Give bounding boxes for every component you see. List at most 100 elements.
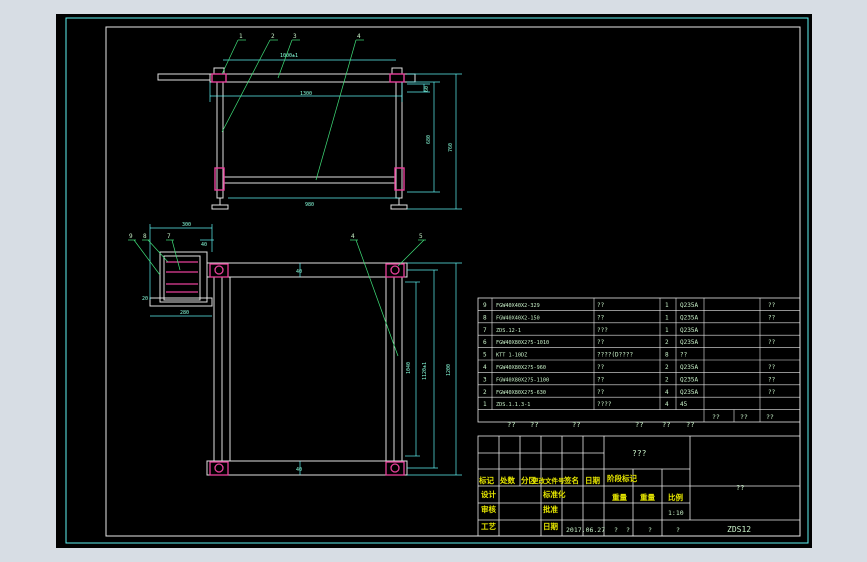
hdr-mark: 标记 — [478, 475, 494, 485]
role-process: 工艺 — [481, 521, 496, 531]
dim-height-total: 760 — [448, 143, 454, 152]
tb-sheet-4: ? — [676, 526, 680, 534]
bom-cell-remark: ?? — [768, 302, 776, 309]
hdr-sign: 签名 — [563, 475, 579, 485]
bom-cell-no: 5 — [483, 352, 487, 359]
bom-cell-name: ??? — [597, 327, 608, 334]
bom-cell-code: KTT 1-10DZ — [496, 353, 527, 359]
bom-cell-mat: Q235A — [680, 339, 698, 346]
hdr-date: 日期 — [585, 475, 600, 485]
bom-cell-name: ?? — [597, 389, 605, 396]
bom-cell-remark: ?? — [768, 339, 776, 346]
balloon-top-8: 8 — [143, 233, 147, 240]
balloon-front-2: 2 — [271, 33, 275, 40]
tb-mark-2: ?? — [530, 421, 538, 429]
balloon-front-3: 3 — [293, 33, 297, 40]
stage-mark: 阶段标记 — [607, 473, 637, 483]
bom-cell-qty: 4 — [665, 401, 669, 408]
tb-mark-1: ?? — [507, 421, 515, 429]
tb-mark-6: ?? — [686, 421, 694, 429]
bom-cell-name: ?? — [597, 314, 605, 321]
bom-cell-code: FGW40X80X2?5-1010 — [496, 340, 549, 346]
weight-label-2: 重量 — [640, 492, 655, 502]
bom-cell-mat: Q235A — [680, 364, 698, 371]
scale-label: 比例 — [668, 492, 683, 502]
tb-sheet-2: ? — [626, 526, 630, 534]
bom-cell-qty: 1 — [665, 327, 669, 334]
bom-cell-code: ZDS.12-1 — [496, 328, 521, 334]
dim-side-width: 300 — [182, 222, 191, 228]
role-approve: 批准 — [543, 504, 558, 514]
tb-scale: 1:10 — [668, 509, 684, 517]
bom-header-c2: ?? — [740, 413, 748, 421]
balloon-front-1: 1 — [239, 33, 243, 40]
bom-cell-qty: 8 — [665, 352, 669, 359]
dim-top-span: 1000±1 — [280, 53, 298, 59]
bom-cell-no: 6 — [483, 339, 487, 346]
tb-mark-5: ?? — [662, 421, 670, 429]
dim-side-bottom: 280 — [180, 310, 189, 316]
bom-header-c1: ?? — [712, 413, 720, 421]
bom-cell-remark: ?? — [768, 389, 776, 396]
bom-cell-no: 9 — [483, 302, 487, 309]
bom-cell-no: 4 — [483, 364, 487, 371]
balloon-top-9: 9 — [129, 233, 133, 240]
weight-label: 重量 — [612, 492, 627, 502]
bom-cell-remark: ?? — [768, 364, 776, 371]
bom-cell-name: ?? — [597, 302, 605, 309]
balloon-front-4: 4 — [357, 33, 361, 40]
bom-cell-no: 2 — [483, 389, 487, 396]
bom-header-c3: ?? — [766, 413, 774, 421]
dim-height-small: 60 — [424, 86, 430, 92]
dim-inner: 1040 — [406, 362, 412, 374]
balloon-top-4: 4 — [351, 233, 355, 240]
bom-cell-qty: 1 — [665, 302, 669, 309]
bom-cell-qty: 2 — [665, 339, 669, 346]
dim-rail-lower: 40 — [296, 467, 302, 473]
bom-cell-no: 1 — [483, 401, 487, 408]
tb-sheet-3: ? — [648, 526, 652, 534]
bom-cell-code: FGW40X80X2?5-960 — [496, 365, 546, 371]
bom-cell-code: ZDS.1.1.3-1 — [496, 402, 530, 408]
cad-drawing: 1000±1 1300 980 60 680 760 1 2 3 4 300 4… — [56, 14, 812, 548]
role-date: 日期 — [543, 521, 558, 531]
bom-cell-mat: Q235A — [680, 389, 698, 396]
hdr-count: 处数 — [499, 475, 515, 485]
bom-cell-qty: 2 — [665, 376, 669, 383]
bom-cell-remark: ?? — [768, 314, 776, 321]
bom-cell-mat: Q235A — [680, 327, 698, 334]
bom-cell-code: FGW40X80X2?5-1100 — [496, 377, 549, 383]
hdr-change: 更改文件号 — [532, 476, 565, 485]
bom-cell-remark: ?? — [768, 376, 776, 383]
role-standard: 标准化 — [542, 489, 566, 499]
bom-cell-qty: 2 — [665, 364, 669, 371]
tb-mark-3: ?? — [572, 421, 580, 429]
dim-bottom-width: 980 — [305, 202, 314, 208]
bom-cell-mat: Q235A — [680, 302, 698, 309]
bom-cell-no: 7 — [483, 327, 487, 334]
balloon-top-5: 5 — [419, 233, 423, 240]
bom-cell-mat: ?? — [680, 352, 688, 359]
bom-cell-qty: 4 — [665, 389, 669, 396]
dim-rail-upper: 40 — [296, 269, 302, 275]
drawing-name: ??? — [632, 449, 647, 458]
dim-inner2: 1120±1 — [422, 362, 428, 380]
dim-inner-width: 1300 — [300, 91, 312, 97]
role-review: 审核 — [481, 504, 496, 514]
bom-cell-name: ?? — [597, 364, 605, 371]
bom-cell-name: ????(D???? — [597, 352, 634, 359]
bom-cell-name: ?? — [597, 339, 605, 346]
bom-cell-code: FGW40X80X2?5-630 — [496, 390, 546, 396]
bom-cell-name: ???? — [597, 401, 612, 408]
bom-cell-code: FGW40X40X2-150 — [496, 315, 540, 321]
right-title: ?? — [736, 484, 744, 492]
dim-side-small: 20 — [142, 296, 148, 302]
tb-code: ZDS12 — [727, 525, 751, 534]
bom-cell-mat: Q235A — [680, 314, 698, 321]
tb-sheet-1: ? — [614, 526, 618, 534]
bom-cell-no: 3 — [483, 376, 487, 383]
dim-height-mid: 680 — [426, 135, 432, 144]
bom-cell-no: 8 — [483, 314, 487, 321]
dim-side-gap: 40 — [201, 242, 207, 248]
bom-cell-code: FGW40X40X2-329 — [496, 303, 540, 309]
